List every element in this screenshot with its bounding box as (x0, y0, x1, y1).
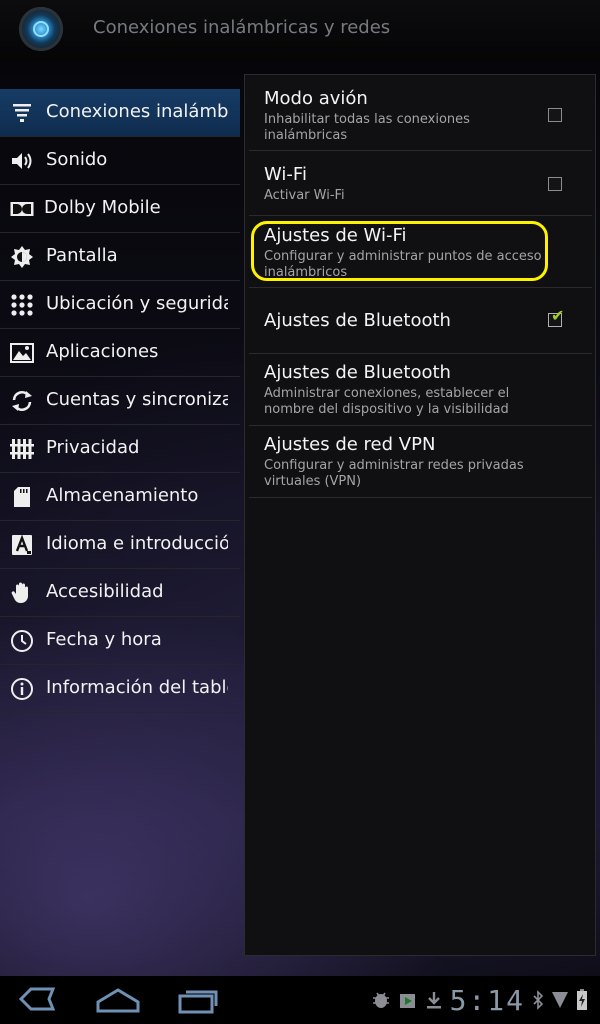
header-item-language[interactable]: Idioma e introducción (0, 521, 240, 569)
system-bar: 5:14 (0, 976, 600, 1024)
pref-summary: Configurar y administrar redes privadas … (264, 458, 524, 489)
pref-title: Ajustes de Bluetooth (264, 362, 451, 383)
header-item-applications[interactable]: Aplicaciones (0, 329, 240, 377)
speaker-icon (9, 148, 35, 174)
header-label-dolby: Dolby Mobile (44, 197, 161, 218)
header-label-privacy: Privacidad (46, 437, 140, 458)
pref-summary: Configurar y administrar puntos de acces… (264, 249, 542, 280)
battery-charging-icon (576, 988, 588, 1014)
header-label-date-time: Fecha y hora (46, 629, 162, 650)
media-play-icon (398, 990, 418, 1013)
header-label-accessibility: Accesibilidad (46, 581, 164, 602)
pref-summary: Inhabilitar todas las conexiones inalámb… (264, 112, 470, 143)
header-label-accounts-sync: Cuentas y sincronización (46, 389, 228, 410)
settings-header-list: Conexiones inalámbricas y redes Sonido D… (0, 89, 240, 713)
download-icon (425, 990, 443, 1013)
header-label-language: Idioma e introducción (46, 533, 228, 554)
header-item-tablet-info[interactable]: Información del tablet (0, 665, 240, 713)
pref-bluetooth-settings[interactable]: Ajustes de Bluetooth Administrar conexio… (249, 354, 592, 426)
pref-summary: Activar Wi-Fi (264, 188, 345, 203)
preferences-pane: Modo avión Inhabilitar todas las conexio… (244, 74, 596, 956)
home-icon[interactable] (93, 986, 143, 1016)
status-area[interactable]: 5:14 (371, 984, 588, 1017)
settings-screen: Conexiones inalámbricas y redes Conexion… (0, 0, 600, 1024)
action-bar: Conexiones inalámbricas y redes (0, 0, 600, 62)
header-item-date-time[interactable]: Fecha y hora (0, 617, 240, 665)
pref-summary: Administrar conexiones, establecer el no… (264, 386, 510, 417)
language-icon (9, 532, 35, 558)
pref-bluetooth-toggle[interactable]: Ajustes de Bluetooth ✔ (249, 288, 592, 354)
header-item-accounts-sync[interactable]: Cuentas y sincronización (0, 377, 240, 425)
settings-orb-icon[interactable] (19, 7, 63, 51)
hand-icon (9, 580, 35, 606)
header-item-display[interactable]: Pantalla (0, 233, 240, 281)
header-label-wireless: Conexiones inalámbricas y redes (46, 101, 228, 122)
applications-icon (9, 340, 35, 366)
bluetooth-checkbox[interactable]: ✔ (548, 308, 564, 327)
header-label-display: Pantalla (46, 245, 118, 266)
pref-title: Ajustes de Bluetooth (264, 310, 451, 331)
header-item-location-security[interactable]: Ubicación y seguridad (0, 281, 240, 329)
brightness-icon (9, 244, 35, 270)
header-item-wireless[interactable]: Conexiones inalámbricas y redes (0, 89, 240, 137)
privacy-icon (9, 436, 35, 462)
header-item-sound[interactable]: Sonido (0, 137, 240, 185)
bluetooth-icon (532, 989, 544, 1013)
pref-title: Ajustes de Wi-Fi (264, 225, 407, 246)
android-debug-icon (371, 990, 391, 1013)
page-title: Conexiones inalámbricas y redes (93, 17, 391, 38)
pref-title: Wi-Fi (264, 164, 307, 185)
dolby-icon (9, 196, 35, 222)
sd-card-icon (9, 484, 35, 510)
clock: 5:14 (449, 984, 525, 1017)
pref-airplane-mode[interactable]: Modo avión Inhabilitar todas las conexio… (249, 75, 592, 151)
airplane-mode-checkbox[interactable] (548, 108, 562, 122)
pref-wifi[interactable]: Wi-Fi Activar Wi-Fi (249, 151, 592, 216)
wireless-icon (9, 100, 35, 126)
header-item-storage[interactable]: Almacenamiento (0, 473, 240, 521)
header-label-storage: Almacenamiento (46, 485, 199, 506)
header-item-accessibility[interactable]: Accesibilidad (0, 569, 240, 617)
pref-wifi-settings[interactable]: Ajustes de Wi-Fi Configurar y administra… (249, 216, 592, 288)
header-item-privacy[interactable]: Privacidad (0, 425, 240, 473)
checkmark-icon: ✔ (551, 306, 565, 325)
pref-title: Modo avión (264, 88, 368, 109)
pref-title: Ajustes de red VPN (264, 434, 436, 455)
signal-icon (551, 990, 569, 1013)
info-icon (9, 676, 35, 702)
pref-vpn-settings[interactable]: Ajustes de red VPN Configurar y administ… (249, 426, 592, 498)
wifi-checkbox[interactable] (548, 177, 562, 191)
header-label-applications: Aplicaciones (46, 341, 159, 362)
header-label-sound: Sonido (46, 149, 108, 170)
clock-icon (9, 628, 35, 654)
header-label-tablet-info: Información del tablet (46, 677, 228, 698)
sync-icon (9, 388, 35, 414)
header-label-location-security: Ubicación y seguridad (46, 293, 228, 314)
header-item-dolby[interactable]: Dolby Mobile (0, 185, 240, 233)
recent-apps-icon[interactable] (173, 986, 223, 1016)
back-icon[interactable] (12, 986, 62, 1016)
location-grid-icon (9, 292, 35, 318)
